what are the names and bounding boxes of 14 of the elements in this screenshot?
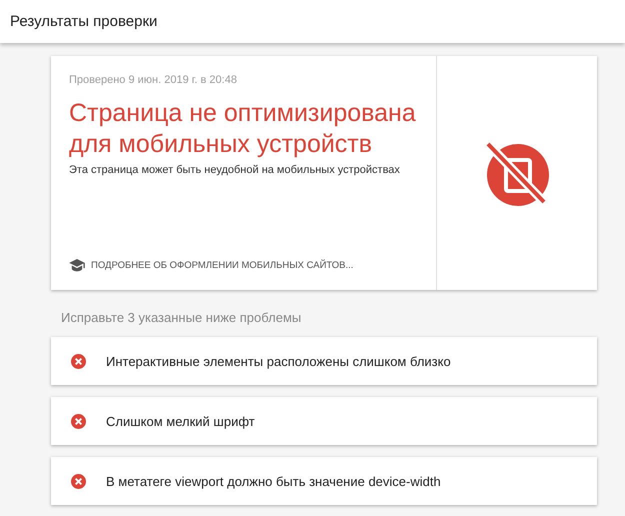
error-icon xyxy=(71,354,86,368)
result-description: Эта страница может быть неудобной на мобильных устройствах xyxy=(69,163,401,177)
issue-text: Слишком мелкий шрифт xyxy=(106,414,255,428)
page-title: Результаты проверки xyxy=(10,13,158,30)
error-icon xyxy=(71,474,86,488)
error-icon xyxy=(71,414,86,428)
result-headline: Страница не оптимизирована для мобильных устройств xyxy=(69,98,417,160)
issue-text: В метатеге viewport должно быть значение device-width xyxy=(106,474,441,488)
issues-heading: Исправьте 3 указанные ниже проблемы xyxy=(61,310,302,325)
mobile-off-icon xyxy=(484,140,550,206)
learn-more-link[interactable]: ПОДРОБНЕЕ ОБ ОФОРМЛЕНИИ МОБИЛЬНЫХ САЙТОВ... xyxy=(69,259,418,272)
issue-text: Интерактивные элементы расположены слишком близко xyxy=(106,354,451,368)
graduation-cap-icon xyxy=(69,259,85,272)
checked-date: Проверено 9 июн. 2019 г. в 20:48 xyxy=(69,74,238,86)
